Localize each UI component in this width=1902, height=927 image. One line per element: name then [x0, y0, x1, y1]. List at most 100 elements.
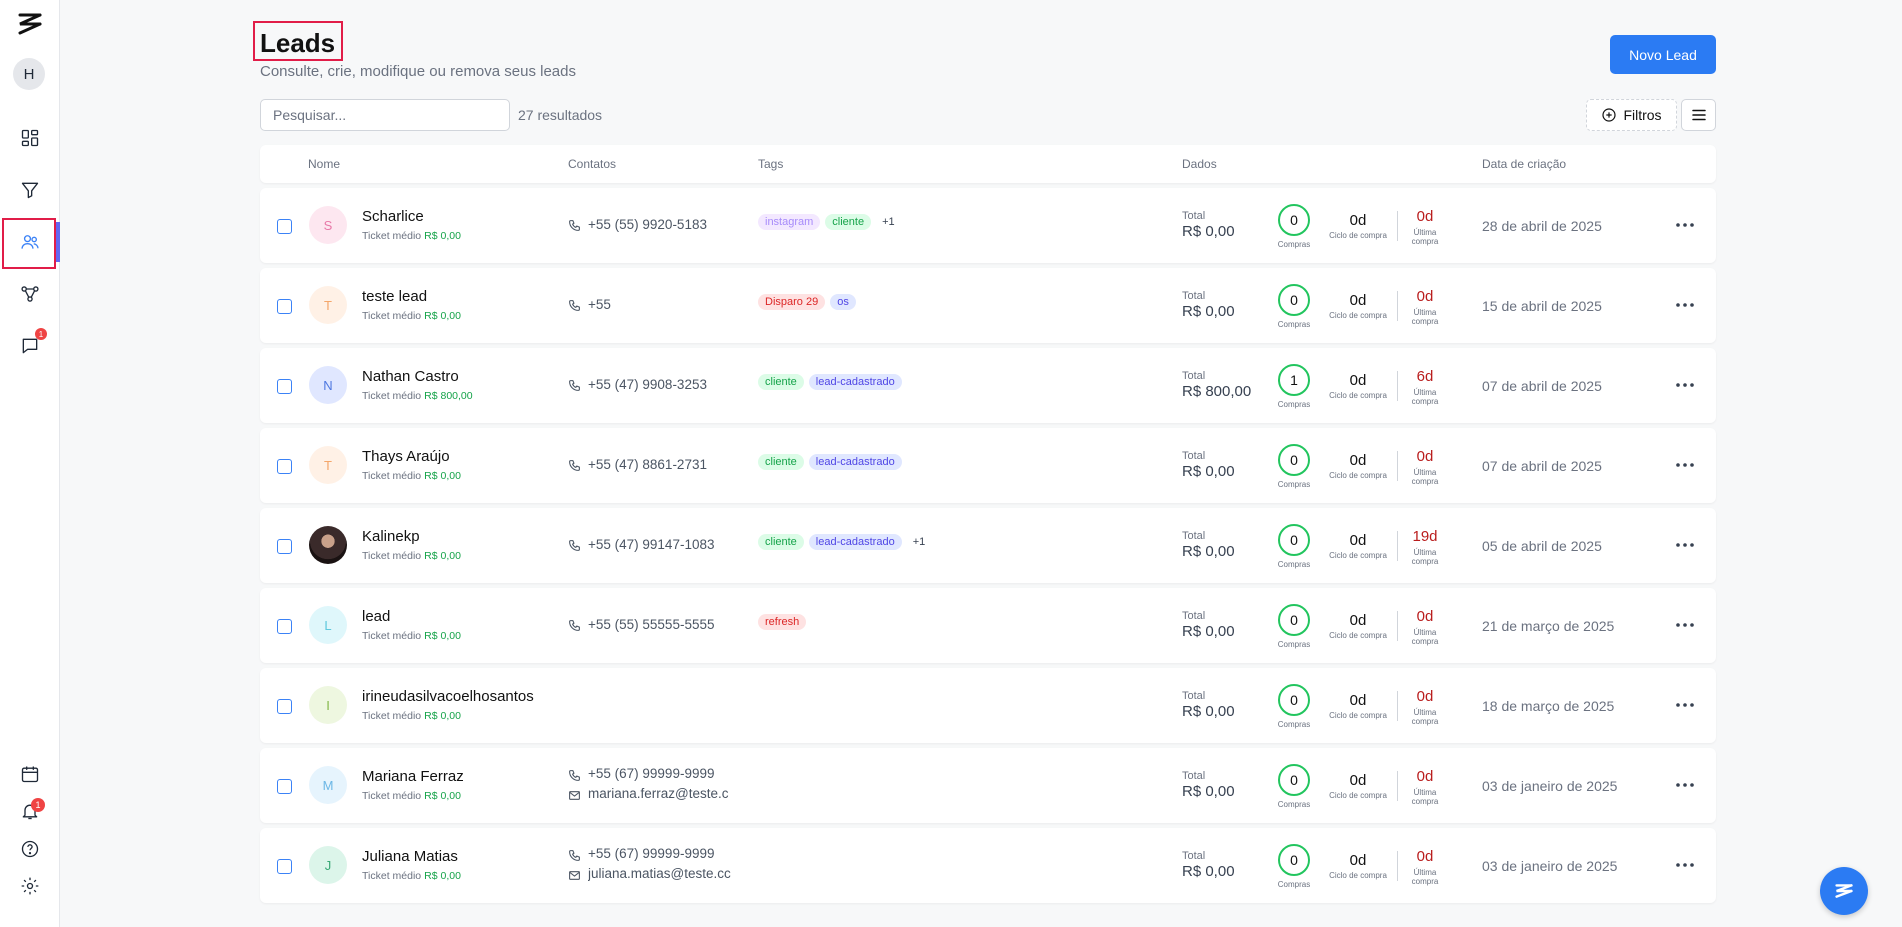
table-row[interactable]: S Scharlice Ticket médio R$ 0,00 +55 (55)… — [260, 188, 1716, 263]
lead-email[interactable]: mariana.ferraz@teste.c — [588, 786, 734, 801]
lead-name[interactable]: irineudasilvacoelhosantos — [362, 688, 534, 705]
more-options-icon[interactable] — [1675, 617, 1695, 633]
lead-tag[interactable]: os — [830, 294, 856, 310]
row-checkbox[interactable] — [277, 859, 292, 874]
filters-button[interactable]: Filtros — [1586, 99, 1677, 131]
column-header-tags[interactable]: Tags — [758, 157, 783, 171]
column-header-name[interactable]: Nome — [308, 157, 340, 171]
support-chat-button[interactable] — [1820, 867, 1868, 915]
lead-phone[interactable]: +55 (67) 99999-9999 — [588, 766, 734, 781]
row-checkbox[interactable] — [277, 699, 292, 714]
last-purchase-label: Última compra — [1411, 628, 1439, 646]
more-tags-count[interactable]: +1 — [913, 536, 926, 548]
total-label: Total — [1182, 290, 1206, 302]
filter-icon[interactable] — [14, 174, 46, 206]
row-checkbox[interactable] — [277, 299, 292, 314]
lead-tag[interactable]: cliente — [758, 374, 804, 390]
table-row[interactable]: M Mariana Ferraz Ticket médio R$ 0,00 +55… — [260, 748, 1716, 823]
table-row[interactable]: J Juliana Matias Ticket médio R$ 0,00 +55… — [260, 828, 1716, 903]
purchases-label: Compras — [1277, 240, 1311, 249]
lead-tags: Disparo 29 os — [758, 294, 856, 310]
column-header-contacts[interactable]: Contatos — [568, 157, 616, 171]
lead-tag[interactable]: cliente — [758, 534, 804, 550]
column-header-created[interactable]: Data de criação — [1482, 157, 1566, 171]
more-options-icon[interactable] — [1675, 537, 1695, 553]
settings-icon[interactable] — [14, 870, 46, 902]
table-row[interactable]: T teste lead Ticket médio R$ 0,00 +55 Dis… — [260, 268, 1716, 343]
lead-name[interactable]: Kalinekp — [362, 528, 420, 545]
lead-name[interactable]: Thays Araújo — [362, 448, 450, 465]
page-title: Leads — [260, 28, 336, 58]
more-options-icon[interactable] — [1675, 777, 1695, 793]
lead-tag[interactable]: Disparo 29 — [758, 294, 826, 310]
search-input[interactable] — [260, 99, 510, 131]
table-row[interactable]: T Thays Araújo Ticket médio R$ 0,00 +55 (… — [260, 428, 1716, 503]
filters-label: Filtros — [1623, 107, 1662, 123]
lead-tag[interactable]: lead-cadastrado — [808, 374, 902, 390]
dashboard-icon[interactable] — [14, 122, 46, 154]
more-options-icon[interactable] — [1675, 297, 1695, 313]
purchase-cycle-value: 0d — [1349, 852, 1367, 869]
row-checkbox[interactable] — [277, 219, 292, 234]
created-date: 03 de janeiro de 2025 — [1482, 778, 1618, 794]
lead-name[interactable]: lead — [362, 608, 390, 625]
column-header-data[interactable]: Dados — [1182, 157, 1217, 171]
row-checkbox[interactable] — [277, 779, 292, 794]
ticket-label: Ticket médio — [362, 630, 422, 642]
lead-name[interactable]: teste lead — [362, 288, 427, 305]
more-options-icon[interactable] — [1675, 377, 1695, 393]
more-tags-count[interactable]: +1 — [882, 216, 895, 228]
lead-name[interactable]: Scharlice — [362, 208, 424, 225]
lead-tag[interactable]: refresh — [758, 614, 807, 630]
total-value: R$ 0,00 — [1182, 863, 1235, 880]
table-row[interactable]: I irineudasilvacoelhosantos Ticket médio… — [260, 668, 1716, 743]
calendar-icon[interactable] — [14, 758, 46, 790]
lead-tag[interactable]: instagram — [758, 214, 821, 230]
total-value: R$ 0,00 — [1182, 783, 1235, 800]
lead-tag[interactable]: cliente — [825, 214, 872, 230]
lead-phone[interactable]: +55 (47) 9908-3253 — [588, 377, 734, 392]
lead-tag[interactable]: cliente — [758, 454, 804, 470]
user-avatar[interactable]: H — [13, 58, 45, 90]
new-lead-button[interactable]: Novo Lead — [1610, 35, 1716, 74]
row-checkbox[interactable] — [277, 379, 292, 394]
table-row[interactable]: L lead Ticket médio R$ 0,00 +55 (55) 5555… — [260, 588, 1716, 663]
lead-phone[interactable]: +55 (47) 99147-1083 — [588, 537, 734, 552]
help-icon[interactable] — [14, 833, 46, 865]
lead-email[interactable]: juliana.matias@teste.cc — [588, 866, 734, 881]
lead-name[interactable]: Mariana Ferraz — [362, 768, 464, 785]
lead-tag[interactable]: lead-cadastrado — [808, 534, 902, 550]
purchases-label: Compras — [1277, 400, 1311, 409]
columns-menu-button[interactable] — [1681, 99, 1716, 131]
lead-phone[interactable]: +55 (55) 9920-5183 — [588, 217, 734, 232]
lead-name[interactable]: Juliana Matias — [362, 848, 458, 865]
more-options-icon[interactable] — [1675, 857, 1695, 873]
ticket-value: R$ 0,00 — [424, 230, 461, 242]
row-checkbox[interactable] — [277, 459, 292, 474]
lead-phone[interactable]: +55 (67) 99999-9999 — [588, 846, 734, 861]
lead-tag[interactable]: lead-cadastrado — [808, 454, 902, 470]
divider — [1397, 451, 1398, 481]
table-row[interactable]: Kalinekp Ticket médio R$ 0,00 +55 (47) 99… — [260, 508, 1716, 583]
purchases-count: 0 — [1278, 284, 1310, 316]
more-options-icon[interactable] — [1675, 457, 1695, 473]
purchase-cycle-label: Ciclo de compra — [1329, 311, 1387, 320]
workflow-icon[interactable] — [14, 278, 46, 310]
ticket-label: Ticket médio — [362, 790, 422, 802]
ticket-label: Ticket médio — [362, 550, 422, 562]
lead-phone[interactable]: +55 — [588, 297, 734, 312]
lead-phone[interactable]: +55 (47) 8861-2731 — [588, 457, 734, 472]
table-row[interactable]: N Nathan Castro Ticket médio R$ 800,00 +5… — [260, 348, 1716, 423]
users-icon[interactable] — [14, 226, 46, 258]
row-checkbox[interactable] — [277, 619, 292, 634]
lead-name[interactable]: Nathan Castro — [362, 368, 459, 385]
logo-icon[interactable] — [14, 8, 46, 40]
last-purchase-label: Última compra — [1411, 308, 1439, 326]
more-options-icon[interactable] — [1675, 217, 1695, 233]
ticket-label: Ticket médio — [362, 390, 422, 402]
total-value: R$ 800,00 — [1182, 383, 1252, 400]
lead-phone[interactable]: +55 (55) 55555-5555 — [588, 617, 734, 632]
more-options-icon[interactable] — [1675, 697, 1695, 713]
row-checkbox[interactable] — [277, 539, 292, 554]
total-label: Total — [1182, 610, 1206, 622]
